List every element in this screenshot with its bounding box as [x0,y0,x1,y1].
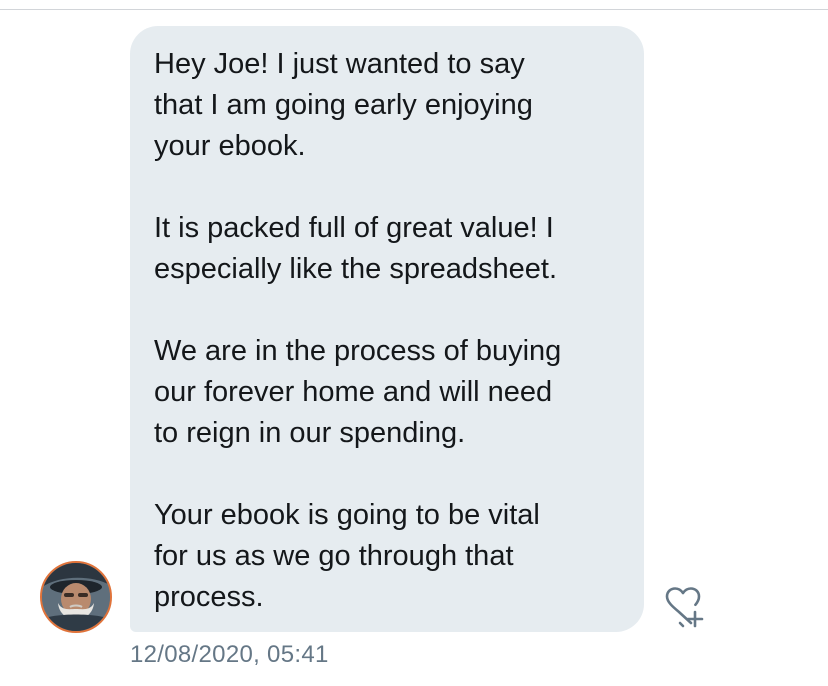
avatar-image [42,563,110,631]
heart-plus-icon [665,587,704,628]
message-bubble[interactable]: Hey Joe! I just wanted to say that I am … [130,26,644,632]
like-button[interactable] [660,586,710,632]
header-divider [0,9,828,10]
message-paragraph: We are in the process of buying our fore… [154,335,562,449]
message-paragraph: Your ebook is going to be vital for us a… [154,499,540,613]
message-paragraph: It is packed full of great value! I espe… [154,212,558,285]
dm-conversation: Hey Joe! I just wanted to say that I am … [0,0,828,686]
message-timestamp: 12/08/2020, 05:41 [130,641,329,668]
message-paragraph: Hey Joe! I just wanted to say that I am … [154,48,533,162]
sender-avatar[interactable] [40,561,112,633]
